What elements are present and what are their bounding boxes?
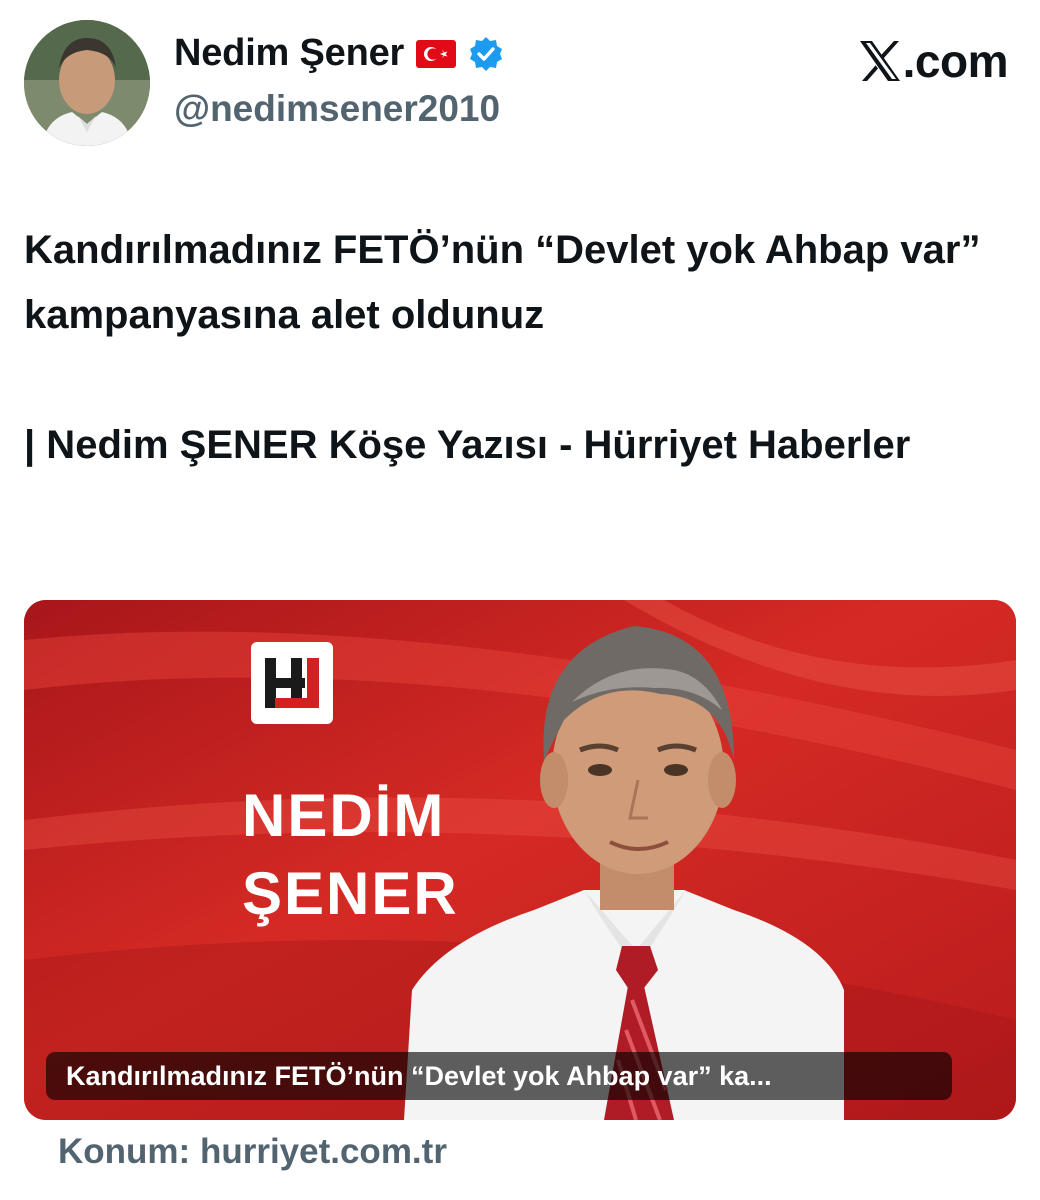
link-source: Konum: hurriyet.com.tr	[58, 1132, 447, 1172]
hurriyet-logo-icon	[251, 642, 333, 724]
tweet-text-line2: | Nedim ŞENER Köşe Yazısı - Hürriyet Hab…	[24, 423, 911, 467]
x-com-brand[interactable]: .com	[858, 34, 1009, 88]
verified-badge-icon	[468, 36, 504, 72]
source-label: Konum:	[58, 1132, 191, 1171]
turkey-flag-icon	[416, 39, 457, 68]
author-name-row: Nedim Şener	[174, 32, 504, 75]
card-title-overlay: Kandırılmadınız FETÖ’nün “Devlet yok Ahb…	[46, 1052, 952, 1100]
x-logo-icon	[858, 39, 902, 83]
tweet-text: Kandırılmadınız FETÖ’nün “Devlet yok Ahb…	[24, 218, 984, 478]
source-domain-link[interactable]: hurriyet.com.tr	[200, 1132, 447, 1171]
display-name[interactable]: Nedim Şener	[174, 32, 404, 75]
link-preview-card[interactable]: NEDİM ŞENER Kandırılmadınız FETÖ’nün “De…	[24, 600, 1016, 1120]
author-handle[interactable]: @nedimsener2010	[174, 88, 500, 130]
tweet-header: Nedim Şener @nedimsener2010 .com	[24, 20, 1016, 148]
brand-domain-text: .com	[902, 35, 1009, 87]
avatar[interactable]	[24, 20, 150, 146]
author-portrait	[404, 626, 844, 1120]
tweet-text-line1: Kandırılmadınız FETÖ’nün “Devlet yok Ahb…	[24, 228, 981, 337]
